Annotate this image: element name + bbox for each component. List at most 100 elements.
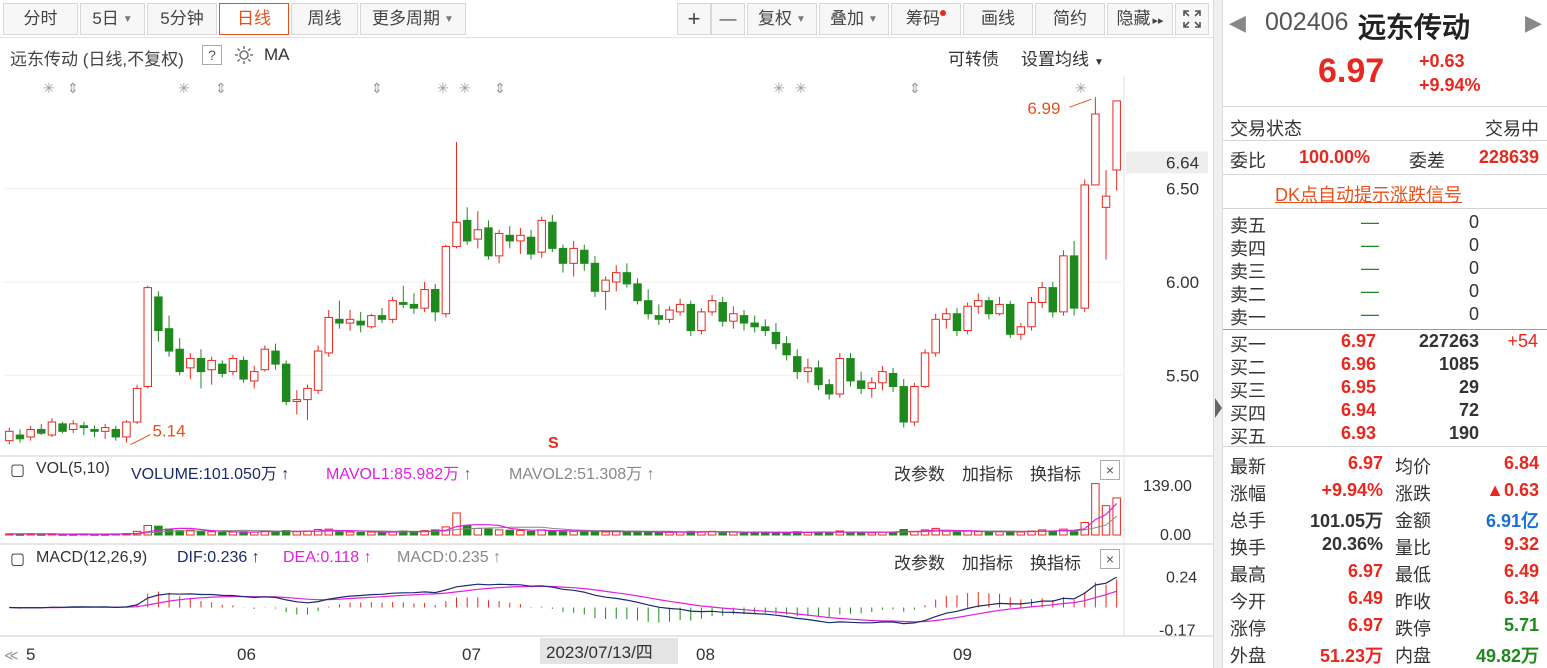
candle[interactable]: [377, 315, 387, 320]
macd-switch-indicator-button[interactable]: 换指标: [1030, 549, 1081, 574]
candle[interactable]: [122, 421, 131, 438]
simple-button[interactable]: 简约: [1035, 3, 1105, 35]
candle[interactable]: [164, 328, 174, 352]
macd-add-indicator-button[interactable]: 加指标: [962, 549, 1013, 574]
candle[interactable]: [750, 322, 759, 328]
candle[interactable]: [1059, 255, 1068, 313]
help-button[interactable]: ?: [202, 45, 222, 65]
bid-row[interactable]: 买三 6.95 29: [1223, 377, 1547, 401]
candle[interactable]: [409, 303, 419, 309]
candle[interactable]: [771, 331, 781, 345]
ask-row[interactable]: 卖三 —0: [1223, 258, 1547, 282]
candle[interactable]: [239, 359, 248, 380]
candle[interactable]: [1101, 195, 1111, 208]
vol-close-button[interactable]: ×: [1100, 460, 1120, 480]
candle[interactable]: [824, 384, 834, 395]
candle[interactable]: [1080, 184, 1089, 309]
candle[interactable]: [516, 234, 525, 242]
candle[interactable]: [654, 315, 664, 320]
candle[interactable]: [590, 262, 600, 292]
fullscreen-button[interactable]: [1175, 3, 1209, 35]
ask-row[interactable]: 卖一 — 0: [1223, 304, 1547, 328]
candle[interactable]: [132, 387, 142, 423]
candle[interactable]: [196, 358, 206, 373]
tab-weekly[interactable]: 周线: [291, 3, 358, 35]
candle[interactable]: [856, 380, 866, 389]
candle[interactable]: [942, 313, 951, 320]
candle[interactable]: [803, 367, 813, 373]
candle[interactable]: [814, 367, 823, 386]
vol-switch-indicator-button[interactable]: 换指标: [1030, 460, 1081, 485]
candle[interactable]: [505, 234, 514, 242]
candle[interactable]: [249, 371, 259, 382]
candle[interactable]: [271, 350, 280, 365]
candle[interactable]: [601, 279, 610, 292]
macd-close-button[interactable]: ×: [1100, 549, 1120, 569]
candle[interactable]: [90, 428, 99, 432]
candle[interactable]: [729, 313, 738, 322]
candle[interactable]: [303, 387, 312, 401]
zoom-in-button[interactable]: +: [677, 3, 711, 35]
candle[interactable]: [335, 318, 344, 324]
candle[interactable]: [462, 219, 472, 242]
candle[interactable]: [867, 382, 877, 389]
adjust-dropdown[interactable]: 复权 ▼: [747, 3, 817, 35]
overlay-dropdown[interactable]: 叠加 ▼: [819, 3, 889, 35]
candle[interactable]: [995, 303, 1004, 315]
ask-row[interactable]: 卖五 —0: [1223, 212, 1547, 236]
candle[interactable]: [1069, 255, 1079, 309]
tab-5day[interactable]: 5日 ▼: [80, 3, 145, 35]
candle[interactable]: [707, 300, 717, 313]
candle[interactable]: [686, 303, 695, 332]
candle[interactable]: [260, 348, 270, 371]
candle[interactable]: [431, 288, 440, 313]
candle[interactable]: [984, 300, 994, 315]
candle[interactable]: [452, 221, 461, 248]
candle[interactable]: [207, 359, 216, 371]
bid-row[interactable]: 买一 6.97 227263 +54: [1223, 331, 1547, 355]
prev-stock-icon[interactable]: ◀: [1229, 10, 1246, 36]
candle[interactable]: [143, 287, 152, 388]
candle[interactable]: [1005, 303, 1015, 335]
candle[interactable]: [1112, 100, 1121, 171]
candle[interactable]: [782, 343, 791, 356]
set-ma-button[interactable]: 设置均线 ▼: [1021, 45, 1104, 70]
more-periods-dropdown[interactable]: 更多周期 ▼: [360, 3, 466, 35]
candle[interactable]: [1027, 302, 1036, 328]
chart-area[interactable]: 6.50 6.00 5.50 6.64 ✳ ✳ ✳ ✳ ✳ ✳ ✳ ⇕ ⇕ ⇕ ⇕ ⇕ 6.99 5.14 S 139…: [0, 38, 1213, 668]
candle[interactable]: [313, 350, 323, 391]
collapse-arrow-icon[interactable]: [1215, 398, 1222, 418]
candle[interactable]: [793, 356, 802, 373]
bid-row[interactable]: 买二 6.96 1085: [1223, 354, 1547, 378]
candle[interactable]: [878, 371, 887, 384]
candle[interactable]: [537, 219, 546, 253]
macd-change-params-button[interactable]: 改参数: [894, 549, 945, 574]
candle[interactable]: [356, 320, 365, 326]
vol-add-indicator-button[interactable]: 加指标: [962, 460, 1013, 485]
candle[interactable]: [580, 249, 589, 264]
candle[interactable]: [388, 300, 397, 320]
candle[interactable]: [761, 326, 770, 332]
candle[interactable]: [111, 428, 121, 438]
draw-button[interactable]: 画线: [963, 3, 1033, 35]
chips-button[interactable]: 筹码: [891, 3, 961, 35]
candle[interactable]: [739, 315, 749, 324]
candle[interactable]: [367, 315, 376, 328]
candle[interactable]: [633, 283, 642, 302]
dk-signal-text[interactable]: DK点自动提示涨跌信号: [1275, 181, 1462, 207]
candle[interactable]: [952, 313, 962, 332]
candle[interactable]: [186, 358, 195, 369]
candle[interactable]: [899, 386, 908, 423]
candle[interactable]: [643, 300, 653, 315]
vol-change-params-button[interactable]: 改参数: [894, 460, 945, 485]
candle[interactable]: [154, 296, 163, 332]
candle[interactable]: [558, 247, 568, 264]
vol-checkbox-icon[interactable]: ▢: [10, 460, 25, 480]
candle[interactable]: [963, 305, 972, 332]
candle[interactable]: [1091, 113, 1100, 186]
candle[interactable]: [675, 303, 685, 313]
macd-checkbox-icon[interactable]: ▢: [10, 549, 25, 569]
candle[interactable]: [974, 300, 983, 307]
candle[interactable]: [281, 363, 291, 402]
candle[interactable]: [37, 428, 46, 434]
